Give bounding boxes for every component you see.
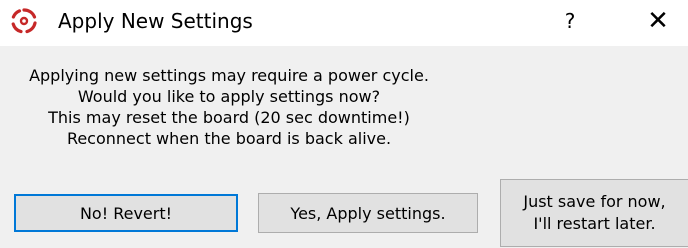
app-logo-icon <box>11 8 37 34</box>
revert-button[interactable]: No! Revert! <box>14 194 238 232</box>
save-later-button-label-line2: I'll restart later. <box>533 214 656 233</box>
close-button[interactable]: ✕ <box>638 4 678 38</box>
apply-settings-button[interactable]: Yes, Apply settings. <box>258 193 478 233</box>
revert-button-label: No! Revert! <box>79 203 173 223</box>
save-later-button[interactable]: Just save for now, I'll restart later. <box>500 179 688 247</box>
message-line: Would you like to apply settings now? <box>77 87 381 106</box>
title-bar: Apply New Settings ? ✕ <box>0 0 688 46</box>
message-line: Applying new settings may require a powe… <box>29 66 429 85</box>
apply-settings-button-label: Yes, Apply settings. <box>290 203 446 223</box>
message-text: Applying new settings may require a powe… <box>0 65 458 149</box>
help-button[interactable]: ? <box>556 6 584 36</box>
window-title: Apply New Settings <box>58 9 253 33</box>
dialog-body: Applying new settings may require a powe… <box>0 46 688 248</box>
save-later-button-label-line1: Just save for now, <box>523 192 666 211</box>
message-line: This may reset the board (20 sec downtim… <box>48 108 410 127</box>
message-line: Reconnect when the board is back alive. <box>66 129 392 148</box>
